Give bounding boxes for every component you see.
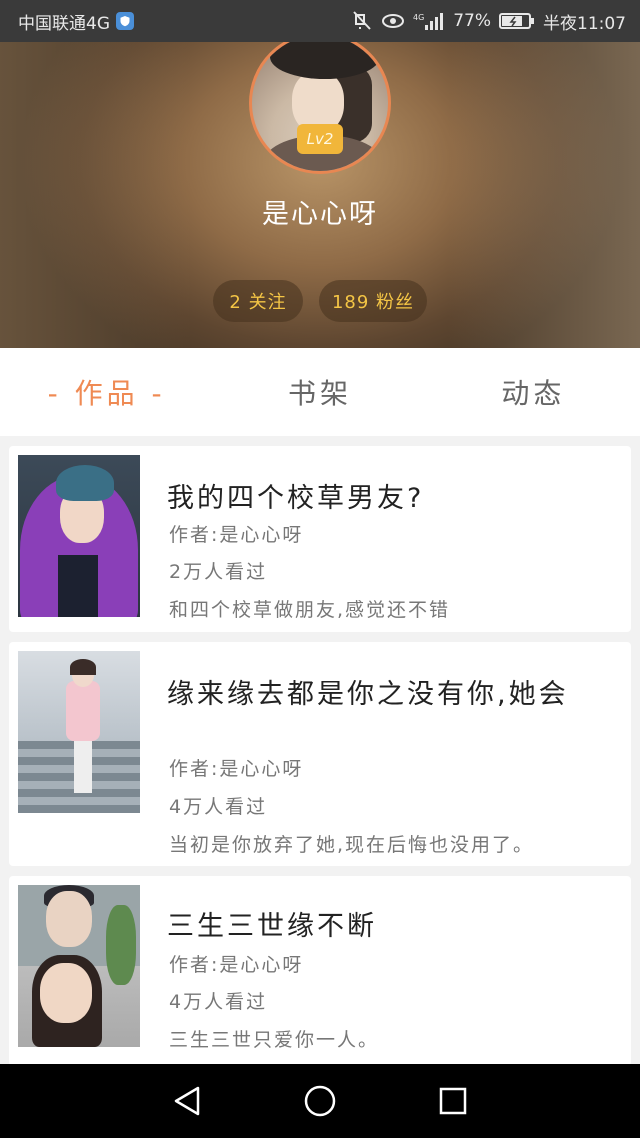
profile-tabs: - 作品 - 书架 动态 xyxy=(0,348,640,436)
username: 是心心呀 xyxy=(262,199,378,230)
status-bar: 中国联通4G 4G 77% 半夜11:07 xyxy=(0,0,640,42)
book-cover xyxy=(18,885,140,1047)
book-description: 三生三世只爱你一人。 xyxy=(169,1029,380,1051)
book-card[interactable]: 缘来缘去都是你之没有你,她会 作者:是心心呀 4万人看过 当初是你放弃了她,现在… xyxy=(9,642,631,866)
book-views: 4万人看过 xyxy=(169,796,268,818)
system-nav-bar xyxy=(0,1064,640,1138)
book-title: 三生三世缘不断 xyxy=(167,911,377,942)
carrier-label: 中国联通4G xyxy=(18,13,110,34)
back-icon[interactable] xyxy=(167,1081,207,1121)
svg-text:4G: 4G xyxy=(413,13,424,22)
fans-count-button[interactable]: 189 粉丝 xyxy=(319,280,427,322)
recents-icon[interactable] xyxy=(433,1081,473,1121)
book-views: 4万人看过 xyxy=(169,991,268,1013)
book-title: 我的四个校草男友? xyxy=(167,483,425,514)
book-author: 作者:是心心呀 xyxy=(169,954,304,976)
tab-works[interactable]: - 作品 - xyxy=(0,372,213,412)
eye-icon xyxy=(381,12,405,30)
signal-icon: 4G xyxy=(413,11,445,31)
tab-bookshelf[interactable]: 书架 xyxy=(213,372,426,412)
battery-percent: 77% xyxy=(453,11,491,31)
profile-header: Lv2 是心心呀 2 关注 189 粉丝 xyxy=(0,42,640,348)
book-cover xyxy=(18,455,140,617)
book-author: 作者:是心心呀 xyxy=(169,524,304,546)
shield-icon xyxy=(116,12,134,30)
book-card[interactable]: 三生三世缘不断 作者:是心心呀 4万人看过 三生三世只爱你一人。 xyxy=(9,876,631,1066)
avatar[interactable] xyxy=(249,42,391,174)
book-description: 当初是你放弃了她,现在后悔也没用了。 xyxy=(169,834,535,856)
book-author: 作者:是心心呀 xyxy=(169,758,304,780)
battery-icon xyxy=(499,12,535,30)
book-views: 2万人看过 xyxy=(169,561,268,583)
book-card[interactable]: 我的四个校草男友? 作者:是心心呀 2万人看过 和四个校草做朋友,感觉还不错 xyxy=(9,446,631,632)
tab-activity[interactable]: 动态 xyxy=(427,372,640,412)
mute-icon xyxy=(351,11,373,31)
follow-count-button[interactable]: 2 关注 xyxy=(213,280,303,322)
home-icon[interactable] xyxy=(300,1081,340,1121)
book-title: 缘来缘去都是你之没有你,她会 xyxy=(167,679,569,710)
book-description: 和四个校草做朋友,感觉还不错 xyxy=(169,599,451,621)
clock: 半夜11:07 xyxy=(543,13,626,34)
level-badge: Lv2 xyxy=(297,124,343,154)
book-cover xyxy=(18,651,140,813)
